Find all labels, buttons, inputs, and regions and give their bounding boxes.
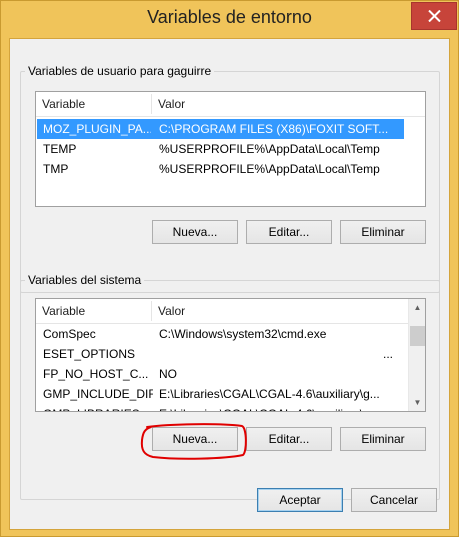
close-icon xyxy=(428,10,441,22)
user-variable-value: %USERPROFILE%\AppData\Local\Temp xyxy=(159,162,380,176)
scrollbar-thumb[interactable] xyxy=(410,326,425,346)
system-variables-list[interactable]: Variable Valor ComSpec C:\Windows\system… xyxy=(35,298,426,412)
user-variable-value: %USERPROFILE%\AppData\Local\Temp xyxy=(159,142,380,156)
user-variables-group-title: Variables de usuario para gaguirre xyxy=(25,63,215,79)
user-variable-name: TMP xyxy=(43,162,69,176)
ok-button[interactable]: Aceptar xyxy=(257,488,343,512)
scroll-up-icon[interactable]: ▲ xyxy=(409,299,425,316)
system-column-valor[interactable]: Valor xyxy=(152,299,402,323)
user-variable-row[interactable]: TMP %USERPROFILE%\AppData\Local\Temp xyxy=(37,159,404,179)
system-variable-name: GMP_INCLUDE_DIR xyxy=(43,387,153,401)
system-variable-value: C:\Windows\system32\cmd.exe xyxy=(159,327,327,341)
system-edit-button[interactable]: Editar... xyxy=(246,427,332,451)
system-list-header: Variable Valor xyxy=(36,299,408,324)
user-list-header: Variable Valor xyxy=(36,92,425,117)
system-list-scrollbar[interactable]: ▲ ▼ xyxy=(408,299,425,411)
window-title: Variables de entorno xyxy=(147,7,312,27)
system-variables-group: Variables del sistema Variable Valor Com… xyxy=(20,272,440,500)
system-variable-row[interactable]: FP_NO_HOST_C... NO xyxy=(37,364,407,384)
system-variable-name: FP_NO_HOST_C... xyxy=(43,367,149,381)
user-variables-list[interactable]: Variable Valor MOZ_PLUGIN_PA... C:\PROGR… xyxy=(35,91,426,207)
user-variable-name: TEMP xyxy=(43,142,77,156)
system-variable-name: GMP_LIBRARIES xyxy=(43,404,151,411)
user-variable-row[interactable]: TEMP %USERPROFILE%\AppData\Local\Temp xyxy=(37,139,404,159)
system-delete-button[interactable]: Eliminar xyxy=(340,427,426,451)
system-variable-row[interactable]: GMP_INCLUDE_DIR E:\Libraries\CGAL\CGAL-4… xyxy=(37,384,407,404)
user-column-variable[interactable]: Variable xyxy=(36,92,151,116)
user-column-valor[interactable]: Valor xyxy=(152,92,422,116)
user-new-button[interactable]: Nueva... xyxy=(152,220,238,244)
user-delete-button[interactable]: Eliminar xyxy=(340,220,426,244)
dialog-body: Variables de usuario para gaguirre Varia… xyxy=(9,38,450,530)
system-variable-value: NO xyxy=(159,367,177,381)
system-variable-value: E:\Libraries\CGAL\CGAL-4.6\auxiliary\g..… xyxy=(159,387,380,401)
user-variable-row[interactable]: MOZ_PLUGIN_PA... C:\PROGRAM FILES (X86)\… xyxy=(37,119,404,139)
system-variable-name: ComSpec xyxy=(43,327,96,341)
cancel-button[interactable]: Cancelar xyxy=(351,488,437,512)
system-variables-group-title: Variables del sistema xyxy=(25,272,145,288)
system-variable-row[interactable]: GMP_LIBRARIES E:\Libraries\CGAL\CGAL-4.6… xyxy=(37,404,407,411)
system-variable-row[interactable]: ESET_OPTIONS ... xyxy=(37,344,407,364)
user-edit-button[interactable]: Editar... xyxy=(246,220,332,244)
system-variable-value: E:\Libraries\CGAL\CGAL-4.6\auxiliary\... xyxy=(159,404,399,411)
system-new-button[interactable]: Nueva... xyxy=(152,427,238,451)
user-variables-group: Variables de usuario para gaguirre Varia… xyxy=(20,63,440,293)
system-variable-value: ... xyxy=(383,347,394,361)
title-bar[interactable]: Variables de entorno xyxy=(1,1,458,37)
user-variable-value: C:\PROGRAM FILES (X86)\FOXIT SOFT... xyxy=(159,122,389,136)
system-column-variable[interactable]: Variable xyxy=(36,299,151,323)
user-variable-name: MOZ_PLUGIN_PA... xyxy=(43,122,151,136)
system-variable-name: ESET_OPTIONS xyxy=(43,347,136,361)
environment-variables-window: Variables de entorno Variables de usuari… xyxy=(0,0,459,537)
close-button[interactable] xyxy=(411,2,457,30)
system-variable-row[interactable]: ComSpec C:\Windows\system32\cmd.exe xyxy=(37,324,407,344)
scroll-down-icon[interactable]: ▼ xyxy=(409,394,425,411)
